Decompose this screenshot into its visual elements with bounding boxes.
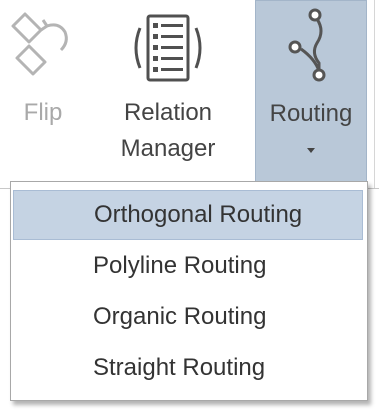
- relation-manager-label-line1: Relation: [123, 99, 213, 126]
- menu-item-orthogonal-routing[interactable]: Orthogonal Routing: [13, 190, 363, 240]
- flip-button[interactable]: Flip: [0, 0, 86, 188]
- group-separator: [374, 0, 375, 188]
- routing-icon: [281, 7, 341, 92]
- routing-dropdown-menu: Orthogonal Routing Polyline Routing Orga…: [10, 181, 368, 401]
- flip-icon: [7, 6, 79, 91]
- routing-button[interactable]: Routing: [255, 0, 367, 188]
- menu-item-organic-routing[interactable]: Organic Routing: [13, 292, 363, 342]
- flip-label: Flip: [23, 99, 63, 126]
- relation-manager-label: Relation Manager: [88, 95, 248, 167]
- chevron-down-icon: [307, 148, 315, 153]
- menu-item-polyline-routing[interactable]: Polyline Routing: [13, 241, 363, 291]
- menu-item-straight-routing[interactable]: Straight Routing: [13, 343, 363, 393]
- relation-manager-label-line2: Manager: [120, 135, 216, 162]
- relation-manager-icon: [128, 10, 208, 91]
- relation-manager-button[interactable]: Relation Manager: [88, 0, 248, 188]
- ribbon: Flip Relation Manager Routing: [0, 0, 379, 190]
- routing-label: Routing: [269, 100, 353, 127]
